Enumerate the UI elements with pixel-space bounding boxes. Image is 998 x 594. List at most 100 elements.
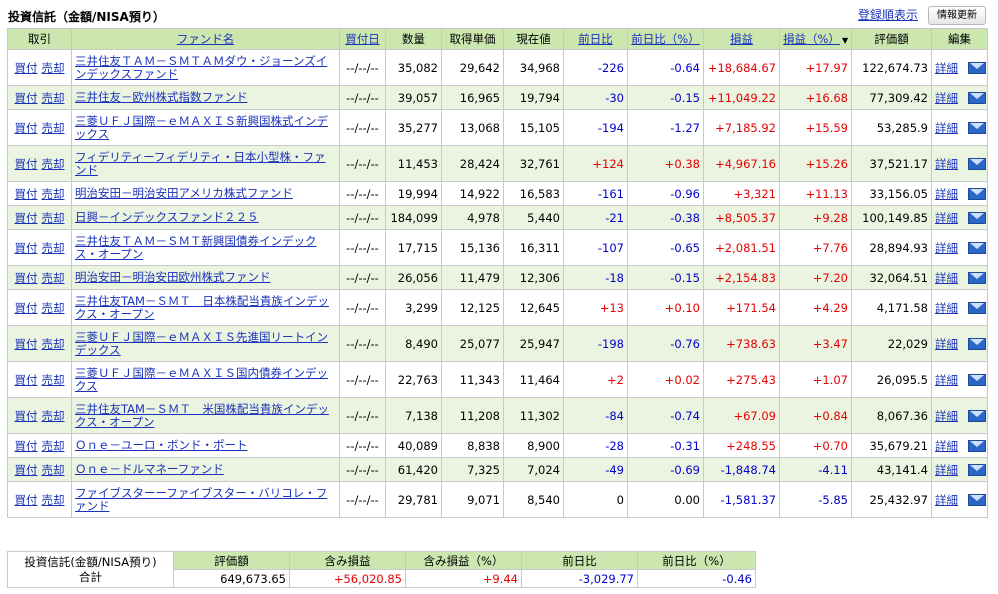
- day-change-pct: 0.00: [627, 481, 704, 518]
- sell-link[interactable]: 売却: [42, 337, 65, 351]
- buy-link[interactable]: 買付: [15, 493, 38, 507]
- table-row: 買付 売却 三菱ＵＦＪ国際－ｅＭＡＸＩＳ新興国株式インデックス --/--/-- 35,…: [7, 109, 988, 146]
- detail-link[interactable]: 詳細: [935, 301, 958, 315]
- mail-icon[interactable]: [968, 92, 986, 104]
- col-header-profit-loss[interactable]: 損益: [703, 28, 780, 50]
- sell-link[interactable]: 売却: [42, 463, 65, 477]
- col-header-edit: 編集: [931, 28, 988, 50]
- day-change-pct: -0.69: [627, 457, 704, 482]
- mail-icon[interactable]: [968, 494, 986, 506]
- sell-link[interactable]: 売却: [42, 121, 65, 135]
- quantity: 7,138: [385, 397, 442, 434]
- fund-name-link[interactable]: Ｏｎｅ－ドルマネーファンド: [75, 463, 336, 476]
- detail-link[interactable]: 詳細: [935, 211, 958, 225]
- acquisition-price: 15,136: [441, 229, 504, 266]
- sell-link[interactable]: 売却: [42, 91, 65, 105]
- mail-icon[interactable]: [968, 464, 986, 476]
- fund-name-link[interactable]: 三井住友ＴＡＭ－ＳＭＴ新興国債券インデックス・オープン: [75, 234, 336, 261]
- sell-link[interactable]: 売却: [42, 157, 65, 171]
- mail-icon[interactable]: [968, 272, 986, 284]
- detail-link[interactable]: 詳細: [935, 121, 958, 135]
- buy-date: --/--/--: [339, 229, 386, 266]
- detail-link[interactable]: 詳細: [935, 439, 958, 453]
- fund-name-link[interactable]: フィデリティーフィデリティ・日本小型株・ファンド: [75, 150, 336, 177]
- col-header-day-change-pct[interactable]: 前日比（%）: [627, 28, 704, 50]
- sell-link[interactable]: 売却: [42, 493, 65, 507]
- fund-name-link[interactable]: ファイブスターーファイブスター・バリコレ・ファンド: [75, 486, 336, 513]
- mail-icon[interactable]: [968, 374, 986, 386]
- buy-link[interactable]: 買付: [15, 337, 38, 351]
- sell-link[interactable]: 売却: [42, 211, 65, 225]
- buy-link[interactable]: 買付: [15, 61, 38, 75]
- buy-link[interactable]: 買付: [15, 301, 38, 315]
- buy-link[interactable]: 買付: [15, 91, 38, 105]
- buy-link[interactable]: 買付: [15, 439, 38, 453]
- buy-link[interactable]: 買付: [15, 271, 38, 285]
- detail-link[interactable]: 詳細: [935, 337, 958, 351]
- buy-date: --/--/--: [339, 397, 386, 434]
- buy-link[interactable]: 買付: [15, 157, 38, 171]
- fund-name-link[interactable]: 三菱ＵＦＪ国際－ｅＭＡＸＩＳ先進国リートインデックス: [75, 330, 336, 357]
- sell-link[interactable]: 売却: [42, 373, 65, 387]
- mail-icon[interactable]: [968, 440, 986, 452]
- mail-icon[interactable]: [968, 62, 986, 74]
- fund-name-cell: Ｏｎｅ－ドルマネーファンド: [71, 457, 340, 482]
- edit-cell: 詳細: [931, 205, 988, 230]
- table-row: 買付 売却 三菱ＵＦＪ国際－ｅＭＡＸＩＳ先進国リートインデックス --/--/-- 8,…: [7, 325, 988, 362]
- detail-link[interactable]: 詳細: [935, 61, 958, 75]
- detail-link[interactable]: 詳細: [935, 241, 958, 255]
- detail-link[interactable]: 詳細: [935, 409, 958, 423]
- mail-icon[interactable]: [968, 242, 986, 254]
- buy-link[interactable]: 買付: [15, 409, 38, 423]
- detail-link[interactable]: 詳細: [935, 493, 958, 507]
- profit-loss-pct: +7.76: [779, 229, 852, 266]
- buy-link[interactable]: 買付: [15, 211, 38, 225]
- fund-name-link[interactable]: 三菱ＵＦＪ国際－ｅＭＡＸＩＳ国内債券インデックス: [75, 366, 336, 393]
- mail-icon[interactable]: [968, 338, 986, 350]
- registration-order-link[interactable]: 登録順表示: [858, 6, 918, 23]
- sell-link[interactable]: 売却: [42, 241, 65, 255]
- buy-link[interactable]: 買付: [15, 187, 38, 201]
- fund-name-link[interactable]: Ｏｎｅ－ユーロ・ボンド・ポート: [75, 439, 336, 452]
- mail-icon[interactable]: [968, 410, 986, 422]
- buy-link[interactable]: 買付: [15, 463, 38, 477]
- col-header-buy-date[interactable]: 買付日: [339, 28, 386, 50]
- buy-link[interactable]: 買付: [15, 121, 38, 135]
- col-header-valuation: 評価額: [851, 28, 932, 50]
- buy-link[interactable]: 買付: [15, 373, 38, 387]
- sell-link[interactable]: 売却: [42, 187, 65, 201]
- mail-icon[interactable]: [968, 188, 986, 200]
- detail-link[interactable]: 詳細: [935, 91, 958, 105]
- fund-name-link[interactable]: 明治安田－明治安田アメリカ株式ファンド: [75, 187, 336, 200]
- mail-icon[interactable]: [968, 302, 986, 314]
- fund-name-link[interactable]: 三井住友－欧州株式指数ファンド: [75, 91, 336, 104]
- sell-link[interactable]: 売却: [42, 409, 65, 423]
- mail-icon[interactable]: [968, 158, 986, 170]
- col-header-profit-loss-pct[interactable]: 損益（%）: [783, 32, 840, 46]
- refresh-button[interactable]: 情報更新: [928, 6, 986, 25]
- fund-name-link[interactable]: 日興－インデックスファンド２２５: [75, 211, 336, 224]
- sell-link[interactable]: 売却: [42, 439, 65, 453]
- fund-name-link[interactable]: 三井住友ＴＡＭ－ＳＭＴＡＭダウ・ジョーンズインデックスファンド: [75, 54, 336, 81]
- col-header-day-change[interactable]: 前日比: [563, 28, 628, 50]
- detail-link[interactable]: 詳細: [935, 463, 958, 477]
- sell-link[interactable]: 売却: [42, 301, 65, 315]
- detail-link[interactable]: 詳細: [935, 157, 958, 171]
- fund-name-link[interactable]: 明治安田－明治安田欧州株式ファンド: [75, 271, 336, 284]
- col-header-fund-name[interactable]: ファンド名: [71, 28, 340, 50]
- buy-link[interactable]: 買付: [15, 241, 38, 255]
- fund-name-link[interactable]: 三井住友TAM－ＳＭＴ 米国株配当貴族インデックス・オープン: [75, 402, 336, 429]
- detail-link[interactable]: 詳細: [935, 373, 958, 387]
- detail-link[interactable]: 詳細: [935, 187, 958, 201]
- table-row: 買付 売却 Ｏｎｅ－ユーロ・ボンド・ポート --/--/-- 40,089 8,838 8,…: [7, 433, 988, 458]
- current-price: 7,024: [503, 457, 564, 482]
- mail-icon[interactable]: [968, 122, 986, 134]
- mail-icon[interactable]: [968, 212, 986, 224]
- sell-link[interactable]: 売却: [42, 61, 65, 75]
- table-header-row: 取引 ファンド名 買付日 数量 取得単価 現在値 前日比 前日比（%） 損益 損…: [7, 28, 988, 50]
- fund-name-link[interactable]: 三菱ＵＦＪ国際－ｅＭＡＸＩＳ新興国株式インデックス: [75, 114, 336, 141]
- detail-link[interactable]: 詳細: [935, 271, 958, 285]
- sell-link[interactable]: 売却: [42, 271, 65, 285]
- fund-name-link[interactable]: 三井住友TAM－ＳＭＴ 日本株配当貴族インデックス・オープン: [75, 294, 336, 321]
- trade-cell: 買付 売却: [7, 457, 72, 482]
